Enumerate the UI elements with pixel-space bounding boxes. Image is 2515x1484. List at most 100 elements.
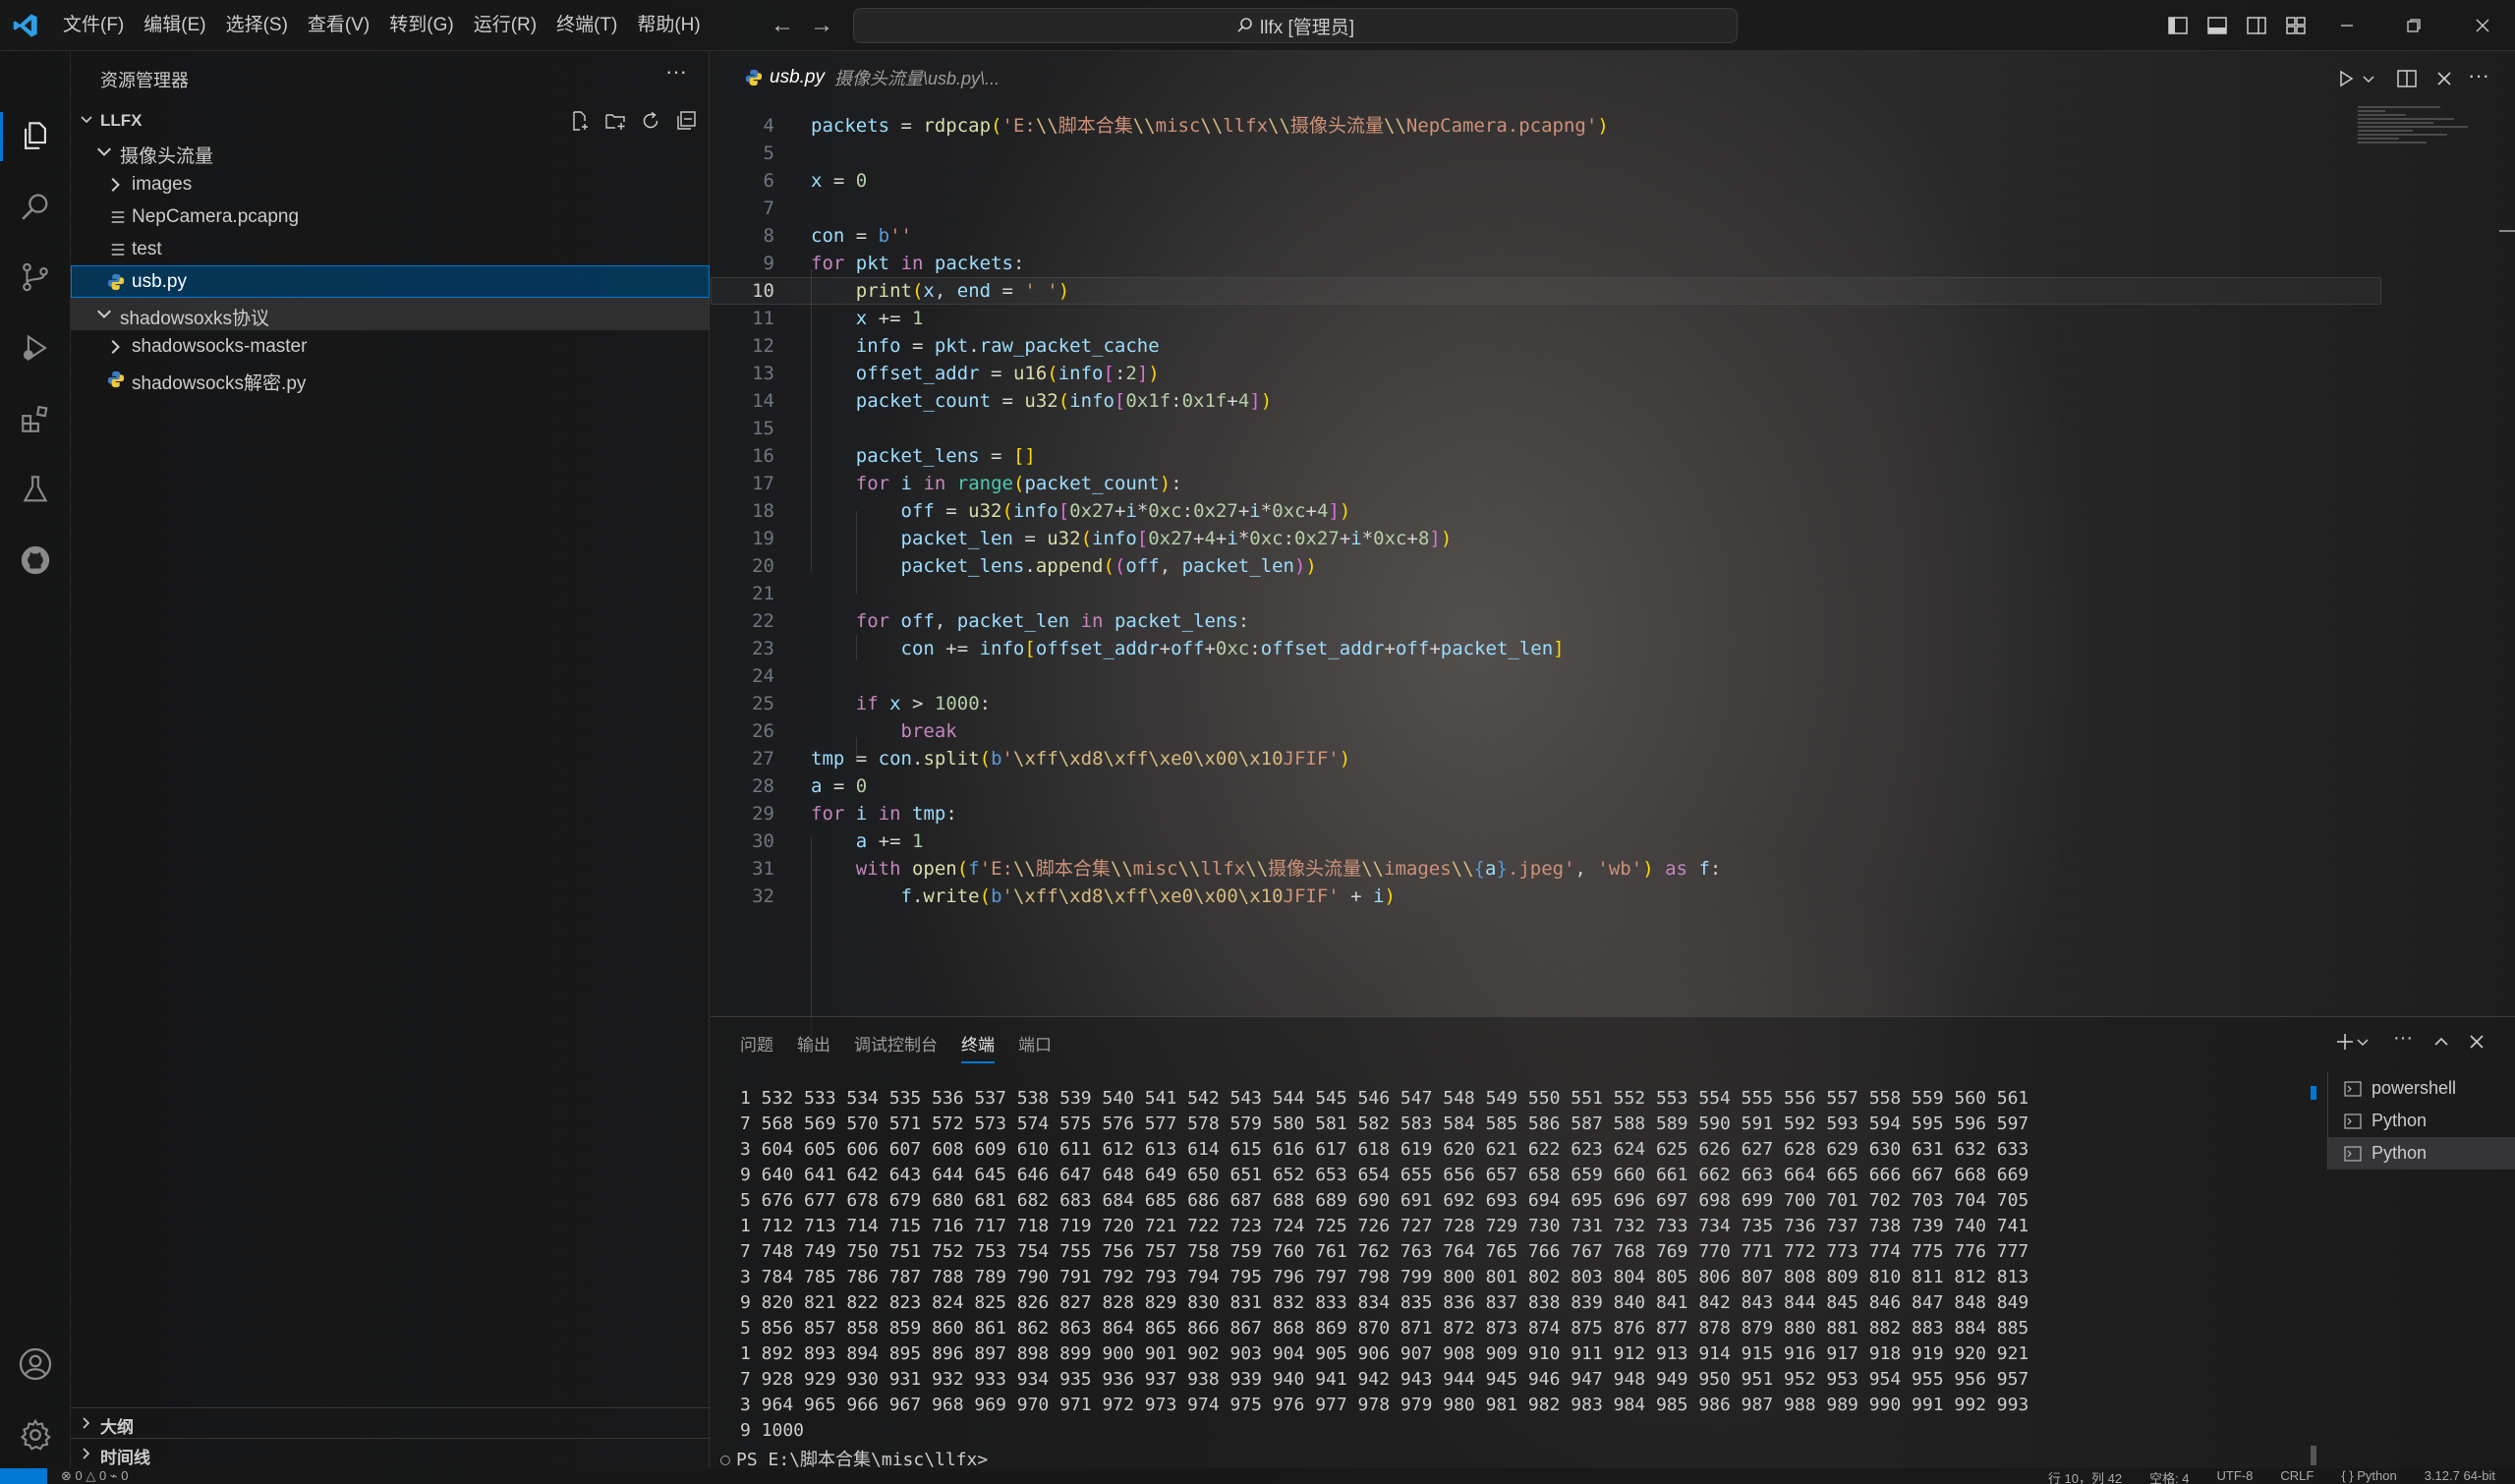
tree-folder-shadowsocks-master[interactable]: shadowsocks-master	[71, 330, 710, 363]
chevron-down-icon[interactable]	[2356, 1031, 2370, 1053]
more-actions-icon[interactable]: ···	[2468, 65, 2491, 90]
minimap[interactable]	[2358, 104, 2495, 163]
terminal-item-python[interactable]: Python	[2328, 1105, 2515, 1137]
toggle-secondary-sidebar-icon[interactable]	[2245, 14, 2268, 37]
tree-item-label: 摄像头流量	[120, 146, 214, 167]
timeline-section-header[interactable]: 时间线	[71, 1438, 710, 1467]
menu-run[interactable]: 运行(R)	[464, 0, 546, 51]
menu-selection[interactable]: 选择(S)	[216, 0, 298, 51]
accounts-icon[interactable]	[16, 1344, 55, 1384]
code-line: 8 con = b''	[763, 225, 912, 247]
restore-window-button[interactable]	[2382, 0, 2445, 51]
run-file-icon[interactable]	[2334, 67, 2358, 90]
status-eol[interactable]: CRLF	[2280, 1468, 2314, 1484]
terminal-scrollbar[interactable]	[2311, 1446, 2316, 1465]
close-icon[interactable]	[2432, 67, 2456, 90]
terminal-item-python-active[interactable]: Python	[2328, 1137, 2515, 1170]
chevron-right-icon	[83, 1448, 90, 1459]
terminal-list: powershell Python Python	[2327, 1072, 2515, 1170]
status-encoding[interactable]: UTF-8	[2217, 1468, 2254, 1484]
status-interpreter[interactable]: 3.12.7 64-bit	[2425, 1468, 2495, 1484]
timeline-label: 时间线	[100, 1449, 150, 1467]
collapse-all-icon[interactable]	[674, 109, 698, 133]
source-control-icon[interactable]	[16, 257, 55, 297]
new-file-icon[interactable]	[568, 109, 592, 133]
tab-usb-py[interactable]: usb.py 摄像头流量\usb.py\...	[711, 51, 1017, 104]
tree-item-label: shadowsocks解密.py	[132, 373, 307, 394]
close-window-button[interactable]	[2451, 0, 2514, 51]
split-editor-icon[interactable]	[2395, 67, 2419, 90]
status-bar: ⊗ 0 △ 0 ⌁ 0 行 10，列 42 空格: 4 UTF-8 CRLF {…	[0, 1468, 2515, 1484]
toggle-primary-sidebar-icon[interactable]	[2166, 14, 2190, 37]
new-terminal-icon[interactable]	[2334, 1031, 2356, 1053]
explorer-icon[interactable]	[16, 116, 55, 155]
tree-folder-shadowsocks[interactable]: shadowsoxks协议	[71, 298, 710, 330]
bottom-panel: 问题 输出 调试控制台 终端 端口 ··· 1 532 533 534 535 …	[711, 1016, 2515, 1470]
code-editor[interactable]: 4 packets = rdpcap('E:\\脚本合集\\misc\\llfx\…	[711, 104, 2515, 1040]
tab-terminal[interactable]: 终端	[961, 1031, 995, 1063]
github-icon[interactable]	[16, 541, 55, 580]
panel-tab-bar: 问题 输出 调试控制台 终端 端口	[740, 1031, 1052, 1063]
python-file-icon	[107, 273, 125, 291]
forward-arrow-icon[interactable]: →	[808, 12, 835, 39]
minimize-window-button[interactable]	[2315, 0, 2378, 51]
code-line: 18 off = u32(info[0x27+i*0xc:0x27+i*0xc+…	[752, 500, 1351, 522]
tab-problems[interactable]: 问题	[740, 1031, 773, 1063]
tab-debug-console[interactable]: 调试控制台	[854, 1031, 938, 1063]
remote-indicator-button[interactable]	[0, 1468, 47, 1484]
tree-file-test[interactable]: test	[71, 233, 710, 265]
search-icon[interactable]	[16, 187, 55, 226]
terminal-item-powershell[interactable]: powershell	[2328, 1072, 2515, 1105]
code-line: 23 con += info[offset_addr+off+0xc:offse…	[752, 638, 1565, 659]
terminal-name: Python	[2372, 1143, 2428, 1163]
back-arrow-icon[interactable]: ←	[769, 12, 796, 39]
menu-edit[interactable]: 编辑(E)	[134, 0, 215, 51]
tab-title: usb.py	[770, 67, 825, 87]
status-indentation[interactable]: 空格: 4	[2149, 1468, 2189, 1484]
customize-layout-icon[interactable]	[2284, 14, 2308, 37]
tree-item-label: test	[132, 239, 162, 259]
command-center-label: llfx [管理员]	[1259, 17, 1355, 38]
code-line: 22 for off, packet_len in packet_lens:	[752, 610, 1250, 632]
status-language[interactable]: { } Python	[2341, 1468, 2396, 1484]
tree-item-label: images	[132, 174, 193, 195]
status-cursor-position[interactable]: 行 10，列 42	[2048, 1468, 2122, 1484]
terminal-output[interactable]: 1 532 533 534 535 536 537 538 539 540 54…	[740, 1086, 2037, 1444]
menu-file[interactable]: 文件(F)	[53, 0, 134, 51]
close-icon	[2476, 19, 2489, 32]
more-actions-icon[interactable]: ···	[2393, 1028, 2415, 1053]
menu-view[interactable]: 查看(V)	[298, 0, 379, 51]
menu-terminal[interactable]: 终端(T)	[546, 0, 627, 51]
more-actions-icon[interactable]: ···	[665, 59, 687, 85]
close-panel-icon[interactable]	[2466, 1031, 2487, 1053]
tree-folder-images[interactable]: images	[71, 168, 710, 200]
testing-flask-icon[interactable]	[16, 470, 55, 509]
command-center-search[interactable]: llfx [管理员]	[853, 8, 1738, 43]
code-line: 17 for i in range(packet_count):	[752, 473, 1182, 494]
tab-output[interactable]: 输出	[797, 1031, 830, 1063]
chevron-down-icon	[81, 116, 92, 124]
manage-gear-icon[interactable]	[16, 1415, 55, 1455]
outline-section-header[interactable]: 大纲	[71, 1407, 710, 1437]
refresh-icon[interactable]	[639, 109, 662, 133]
menu-go[interactable]: 转到(G)	[379, 0, 463, 51]
menu-help[interactable]: 帮助(H)	[627, 0, 710, 51]
tree-file-usb-py[interactable]: usb.py	[71, 265, 710, 298]
extensions-icon[interactable]	[16, 399, 55, 438]
status-problems[interactable]: ⊗ 0 △ 0 ⌁ 0	[61, 1468, 128, 1484]
workspace-folder-header[interactable]: LLFX	[71, 106, 710, 136]
tree-folder-camera-traffic[interactable]: 摄像头流量	[71, 136, 710, 168]
activity-bar	[0, 51, 71, 1468]
tab-ports[interactable]: 端口	[1018, 1031, 1052, 1063]
tree-file-shadowsocks-decrypt[interactable]: shadowsocks解密.py	[71, 363, 710, 395]
chevron-down-icon[interactable]	[2362, 67, 2375, 90]
toggle-panel-icon[interactable]	[2205, 14, 2229, 37]
new-folder-icon[interactable]	[603, 109, 627, 133]
outline-label: 大纲	[100, 1418, 134, 1437]
code-line-current: 10 print(x, end = ' ')	[711, 277, 2381, 305]
tree-file-nepcamera[interactable]: NepCamera.pcapng	[71, 200, 710, 233]
run-and-debug-icon[interactable]	[16, 328, 55, 368]
code-line: 29 for i in tmp:	[752, 803, 957, 825]
maximize-panel-icon[interactable]	[2430, 1031, 2452, 1053]
tree-item-label: shadowsocks-master	[132, 336, 308, 357]
